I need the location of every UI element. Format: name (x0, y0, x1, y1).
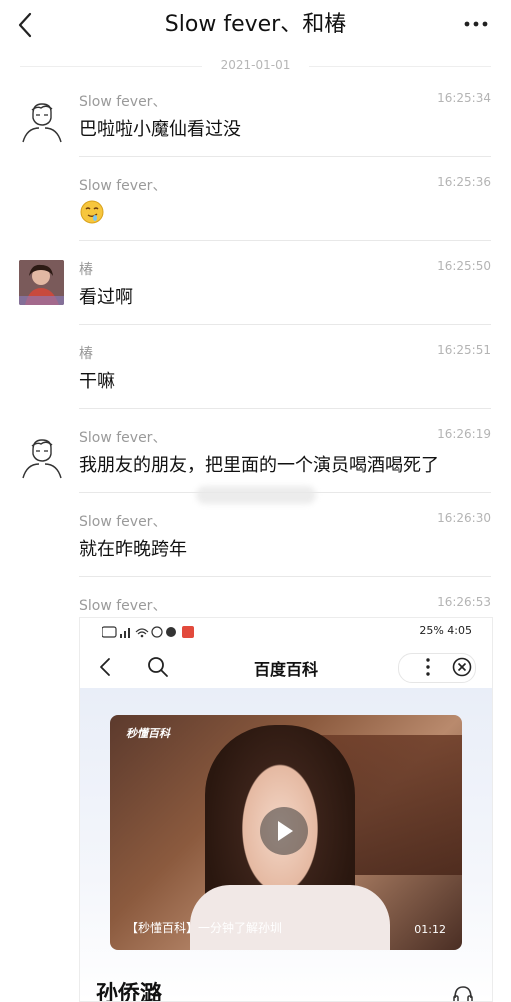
video-frame-dress (190, 885, 390, 950)
shared-screenshot-image[interactable]: 25% 4:05 百度百科 秒懂百科 【秒懂百科】一分钟了解孙圳 01:12 孙… (79, 617, 493, 1002)
play-icon (260, 807, 308, 855)
sender-name: 椿 (79, 262, 93, 278)
message-text: 看过啊 (79, 287, 133, 308)
divider (79, 408, 491, 409)
sender-name: Slow fever、 (79, 514, 167, 530)
video-logo: 秒懂百科 (126, 727, 170, 740)
message-time: 16:25:36 (437, 175, 491, 189)
message-text: 干嘛 (79, 371, 115, 392)
sender-name: Slow fever、 (79, 598, 167, 614)
divider (79, 156, 491, 157)
avatar-image (19, 260, 64, 305)
chat-header: Slow fever、和椿 (0, 0, 511, 50)
video-player: 秒懂百科 【秒懂百科】一分钟了解孙圳 01:12 (110, 715, 462, 950)
sender-name: Slow fever、 (79, 430, 167, 446)
close-icon (452, 657, 472, 677)
status-icons (102, 626, 194, 638)
divider (79, 492, 491, 493)
avatar[interactable] (19, 434, 65, 480)
redacted-blur (196, 486, 316, 504)
divider (79, 324, 491, 325)
video-duration: 01:12 (414, 923, 446, 936)
divider (79, 240, 491, 241)
drooling-face-icon (80, 200, 104, 224)
avatar[interactable] (19, 98, 65, 144)
message-text: 我朋友的朋友，把里面的一个演员喝酒喝死了 (79, 455, 439, 476)
avatar[interactable] (19, 260, 64, 305)
message-time: 16:26:19 (437, 427, 491, 441)
message-time: 16:26:53 (437, 595, 491, 609)
phone-status-bar: 25% 4:05 (80, 618, 492, 646)
sender-name: 椿 (79, 346, 93, 362)
sender-name: Slow fever、 (79, 178, 167, 194)
browser-nav-bar: 百度百科 (80, 648, 492, 688)
message-time: 16:25:34 (437, 91, 491, 105)
status-battery-time: 25% 4:05 (419, 624, 472, 637)
more-options-icon[interactable] (461, 12, 491, 36)
divider (79, 576, 491, 577)
entry-title: 孙侨潞 (96, 982, 163, 1002)
date-separator: 2021-01-01 (20, 57, 491, 77)
message-time: 16:25:50 (437, 259, 491, 273)
video-caption: 【秒懂百科】一分钟了解孙圳 (126, 921, 283, 935)
sender-name: Slow fever、 (79, 94, 167, 110)
message-time: 16:25:51 (437, 343, 491, 357)
message-text: 巴啦啦小魔仙看过没 (79, 119, 241, 140)
more-options-icon (426, 658, 430, 676)
message-time: 16:26:30 (437, 511, 491, 525)
chat-title: Slow fever、和椿 (164, 12, 347, 37)
headphone-icon (453, 986, 473, 1001)
divider (309, 66, 491, 67)
message-text: 就在昨晚跨年 (79, 539, 187, 560)
date-label: 2021-01-01 (220, 58, 291, 72)
